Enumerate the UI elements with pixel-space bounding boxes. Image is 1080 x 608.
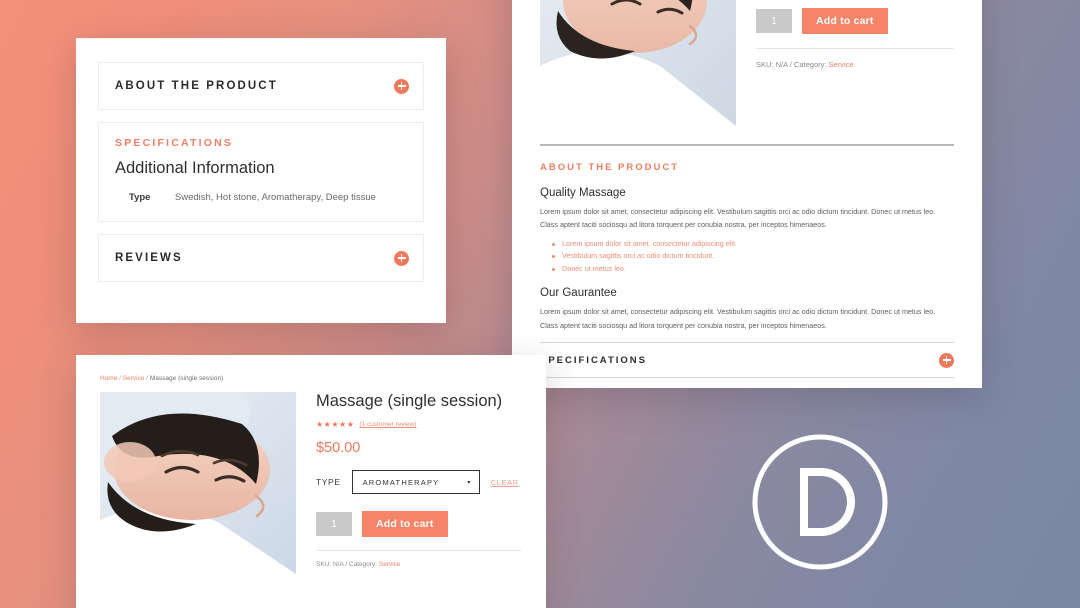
product-page-card: Home / Service / Massage (single session…	[76, 355, 546, 608]
product-detail-right: 1 Add to cart SKU: N/A / Category: Servi…	[756, 0, 954, 126]
accordion-title-about: ABOUT THE PRODUCT	[115, 80, 278, 92]
breadcrumb-home[interactable]: Home	[100, 375, 117, 382]
variation-label: TYPE	[316, 477, 341, 487]
massage-photo-illustration	[100, 392, 296, 574]
accordion-row-specifications[interactable]: SPECIFICATIONS	[540, 342, 954, 377]
sku-prefix: SKU: N/A / Category:	[316, 561, 378, 568]
accordion-panel-reviews[interactable]: REVIEWS	[98, 234, 424, 282]
list-item: Vestibulum sagittis orci ac odio dictum …	[552, 250, 954, 263]
type-select[interactable]: AROMATHERAPY ▾	[351, 470, 480, 494]
specifications-table: Type Swedish, Hot stone, Aromatherapy, D…	[129, 192, 421, 203]
cart-row: 1 Add to cart	[316, 511, 522, 537]
specifications-body: SPECIFICATIONS Additional Information Ty…	[99, 123, 423, 221]
variation-row: TYPE AROMATHERAPY ▾ CLEAR	[316, 470, 522, 494]
table-row: Type Swedish, Hot stone, Aromatherapy, D…	[129, 192, 421, 203]
about-heading: Quality Massage	[540, 187, 626, 199]
accordion-header-about[interactable]: ABOUT THE PRODUCT	[99, 63, 423, 109]
accordion-title-specifications: SPECIFICATIONS	[540, 354, 647, 366]
section-divider	[540, 144, 954, 146]
list-item: Donec ut metus leo.	[552, 263, 954, 276]
about-bullet-list: Lorem ipsum dolor sit amet, consectetur …	[552, 238, 954, 276]
sku-prefix: SKU: N/A / Category:	[756, 60, 827, 69]
sku-line: SKU: N/A / Category: Service	[316, 550, 522, 568]
plus-icon[interactable]	[394, 78, 409, 94]
category-link[interactable]: Service	[379, 561, 401, 568]
accordion-panel-about[interactable]: ABOUT THE PRODUCT	[98, 62, 424, 110]
customer-review-link[interactable]: (1 customer review)	[359, 421, 416, 428]
page-title: Massage (single session)	[316, 392, 503, 410]
quantity-stepper[interactable]: 1	[316, 512, 352, 536]
product-photo[interactable]	[540, 0, 736, 126]
accordion-card: ABOUT THE PRODUCT SPECIFICATIONS Additio…	[76, 38, 446, 323]
breadcrumb-service[interactable]: Service	[123, 375, 145, 382]
add-to-cart-button[interactable]: Add to cart	[362, 511, 448, 537]
type-select-value: AROMATHERAPY	[362, 477, 440, 487]
spec-value: Swedish, Hot stone, Aromatherapy, Deep t…	[174, 192, 376, 203]
add-to-cart-button[interactable]: Add to cart	[802, 8, 888, 34]
spec-label: Type	[129, 192, 151, 203]
sku-line: SKU: N/A / Category: Service	[756, 48, 954, 69]
product-detail-card: 1 Add to cart SKU: N/A / Category: Servi…	[512, 0, 982, 388]
divi-logo-icon	[752, 434, 888, 570]
massage-photo-illustration	[540, 0, 736, 126]
cart-row: 1 Add to cart	[756, 8, 954, 34]
product-info: Massage (single session) ★★★★★ (1 custom…	[316, 392, 522, 574]
quantity-stepper[interactable]: 1	[756, 9, 792, 33]
breadcrumb-current: Massage (single session)	[149, 375, 224, 382]
list-item: Lorem ipsum dolor sit amet, consectetur …	[552, 238, 954, 251]
breadcrumb-separator: /	[146, 375, 149, 382]
product-photo[interactable]	[100, 392, 296, 574]
about-paragraph: Lorem ipsum dolor sit amet, consectetur …	[540, 307, 936, 330]
product-detail-top: 1 Add to cart SKU: N/A / Category: Servi…	[540, 0, 954, 126]
chevron-down-icon: ▾	[467, 479, 472, 486]
accordion-panel-specifications[interactable]: SPECIFICATIONS Additional Information Ty…	[98, 122, 424, 222]
clear-link[interactable]: CLEAR	[491, 478, 519, 487]
category-link[interactable]: Service	[829, 60, 854, 69]
about-section-guarantee: Our Gaurantee Lorem ipsum dolor sit amet…	[540, 287, 954, 332]
additional-information-heading: Additional Information	[115, 159, 275, 177]
about-the-product-eyebrow: ABOUT THE PRODUCT	[540, 162, 680, 173]
breadcrumb: Home / Service / Massage (single session…	[100, 375, 522, 382]
about-heading: Our Gaurantee	[540, 287, 617, 300]
product-page-body: Massage (single session) ★★★★★ (1 custom…	[100, 392, 522, 574]
product-price: $50.00	[316, 440, 361, 456]
divi-logo	[748, 430, 892, 574]
accordion-row-reviews[interactable]: REVIEWS	[540, 377, 954, 388]
breadcrumb-separator: /	[119, 375, 121, 382]
plus-icon[interactable]	[939, 352, 954, 368]
rating-row: ★★★★★ (1 customer review)	[316, 420, 522, 429]
accordion-header-reviews[interactable]: REVIEWS	[99, 235, 423, 281]
plus-icon[interactable]	[394, 250, 409, 266]
about-section-quality: Quality Massage Lorem ipsum dolor sit am…	[540, 187, 954, 275]
star-rating: ★★★★★	[316, 420, 355, 429]
accordion-title-reviews: REVIEWS	[115, 252, 183, 264]
about-paragraph: Lorem ipsum dolor sit amet, consectetur …	[540, 207, 936, 230]
specifications-eyebrow: SPECIFICATIONS	[115, 137, 234, 149]
